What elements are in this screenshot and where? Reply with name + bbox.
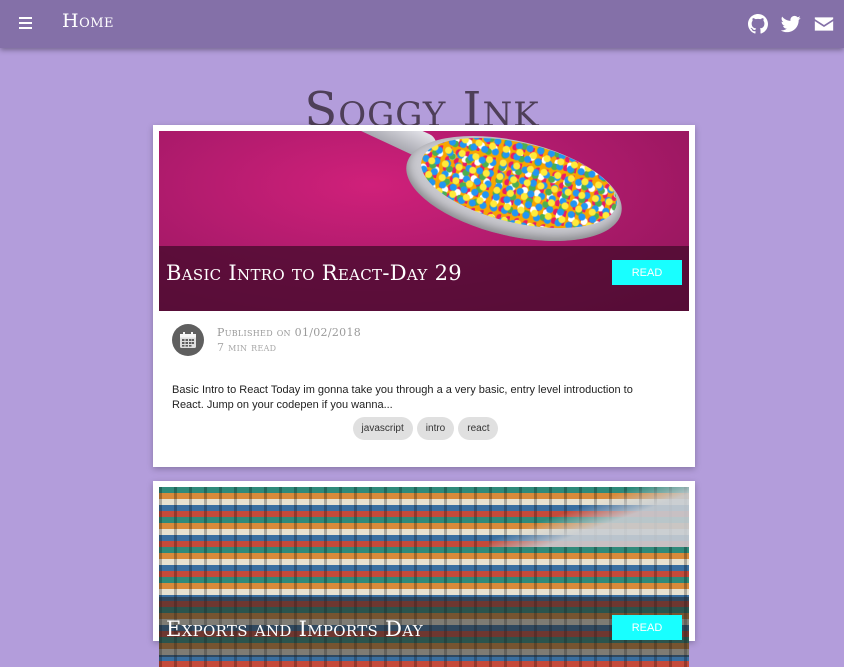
tag-list: javascript intro react [153, 417, 695, 440]
calendar-icon [172, 324, 204, 356]
post-title[interactable]: Basic Intro to React-Day 29 [166, 261, 462, 285]
read-button[interactable]: READ [612, 615, 682, 640]
top-app-bar: Home [0, 0, 844, 48]
nav-home-link[interactable]: Home [62, 10, 114, 32]
social-links [748, 14, 834, 34]
published-date: Published on 01/02/2018 [217, 326, 362, 339]
post-title[interactable]: Exports and Imports Day [166, 617, 423, 641]
post-card: Basic Intro to React-Day 29 READ Publish… [153, 125, 695, 467]
hamburger-menu-icon[interactable] [16, 14, 36, 34]
read-time: 7 min read [217, 341, 277, 354]
post-excerpt: Basic Intro to React Today im gonna take… [172, 384, 633, 411]
post-card: Exports and Imports Day READ [153, 481, 695, 667]
github-icon[interactable] [748, 14, 768, 34]
read-button[interactable]: READ [612, 260, 682, 285]
email-icon[interactable] [814, 14, 834, 34]
twitter-icon[interactable] [781, 14, 801, 34]
tag-chip[interactable]: intro [416, 417, 455, 440]
tag-chip[interactable]: react [458, 417, 499, 440]
tag-chip[interactable]: javascript [352, 417, 413, 440]
